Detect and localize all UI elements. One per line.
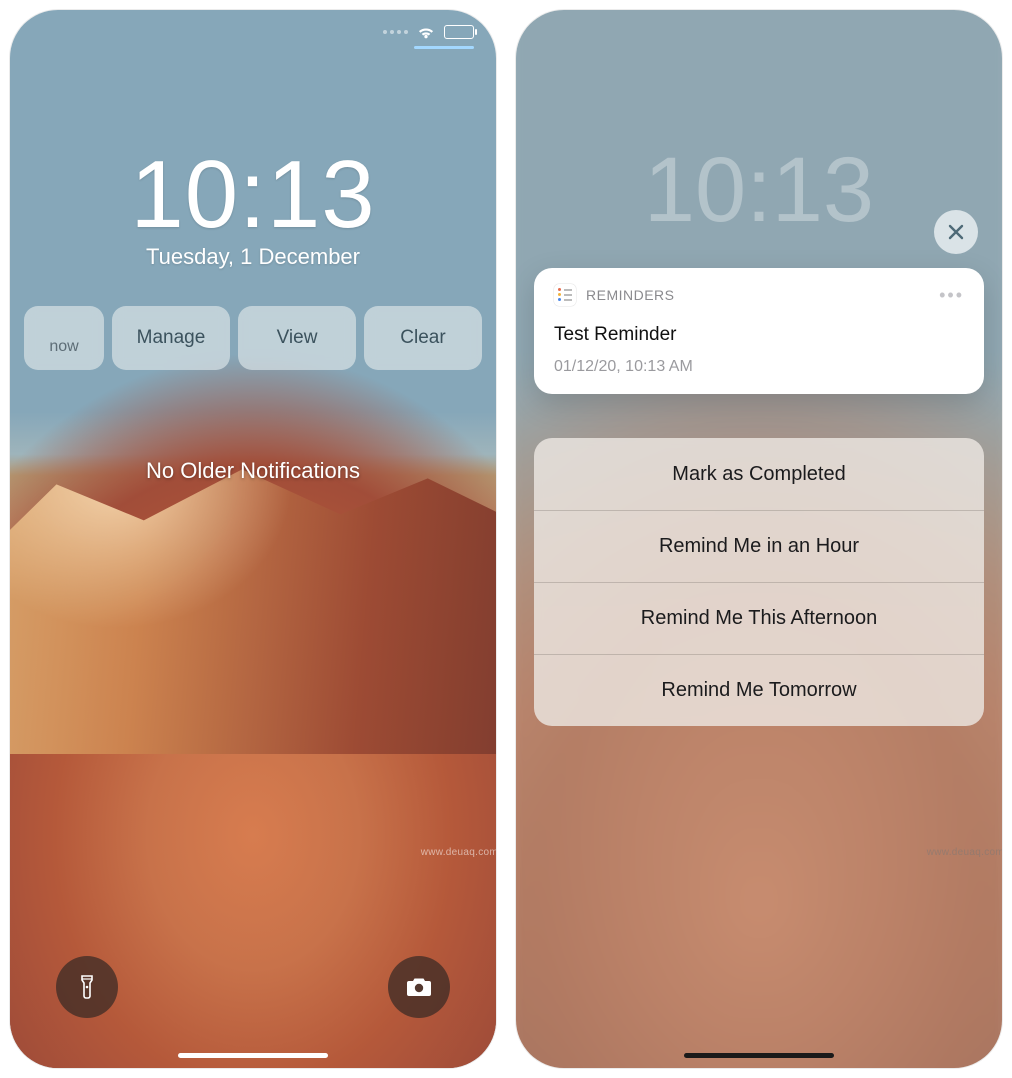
battery-icon [444, 25, 474, 39]
status-bar [383, 24, 474, 40]
reminder-notification-card[interactable]: REMINDERS ••• Test Reminder 01/12/20, 10… [534, 268, 984, 394]
wallpaper-ridge [10, 454, 496, 754]
notification-title: Test Reminder [554, 324, 964, 346]
close-icon [947, 223, 965, 241]
close-button[interactable] [934, 210, 978, 254]
clear-button[interactable]: Clear [364, 306, 482, 370]
notification-action-sheet: Mark as Completed Remind Me in an Hour R… [534, 438, 984, 726]
flashlight-icon [77, 973, 97, 1001]
clock-date: Tuesday, 1 December [10, 244, 496, 270]
lock-clock: 10:13 Tuesday, 1 December [10, 140, 496, 270]
camera-icon [405, 976, 433, 998]
notification-expanded-screen: 10:13 REMINDERS ••• Test Reminder 01/12/… [516, 10, 1002, 1068]
view-button[interactable]: View [238, 306, 356, 370]
home-indicator[interactable] [684, 1053, 834, 1058]
watermark: www.deuaq.com [421, 847, 496, 858]
no-older-notifications-label: No Older Notifications [10, 458, 496, 484]
home-indicator[interactable] [178, 1053, 328, 1058]
action-mark-completed[interactable]: Mark as Completed [534, 438, 984, 510]
time-chip: now [24, 306, 104, 370]
reminders-app-icon [554, 284, 576, 306]
more-icon[interactable]: ••• [939, 285, 964, 306]
manage-button[interactable]: Manage [112, 306, 230, 370]
action-remind-afternoon[interactable]: Remind Me This Afternoon [534, 582, 984, 654]
cellular-dots-icon [383, 30, 408, 34]
flashlight-button[interactable] [56, 956, 118, 1018]
notification-actions-row: now Manage View Clear [24, 306, 482, 370]
action-remind-hour[interactable]: Remind Me in an Hour [534, 510, 984, 582]
status-underline [414, 46, 474, 49]
lock-screen: 10:13 Tuesday, 1 December now Manage Vie… [10, 10, 496, 1068]
watermark: www.deuaq.com [927, 847, 1002, 858]
action-remind-tomorrow[interactable]: Remind Me Tomorrow [534, 654, 984, 726]
wifi-icon [416, 24, 436, 40]
background-clock: 10:13 [516, 138, 1002, 243]
camera-button[interactable] [388, 956, 450, 1018]
notification-subtitle: 01/12/20, 10:13 AM [554, 358, 964, 376]
clock-time: 10:13 [10, 140, 496, 250]
app-name-label: REMINDERS [586, 287, 675, 303]
